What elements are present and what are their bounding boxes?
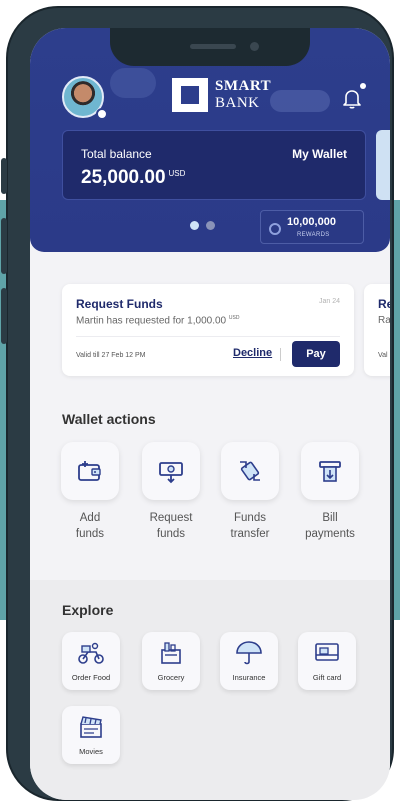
logo-line-2: BANK [215, 95, 260, 111]
bill-payments-label-line1: Bill [322, 512, 338, 524]
phone-volume-up-button [1, 218, 7, 274]
decline-button[interactable]: Decline [233, 347, 272, 359]
next-request-desc: Ra [378, 315, 390, 326]
order-food-item[interactable]: Order Food [62, 632, 120, 690]
wallet-actions-title: Wallet actions [62, 411, 156, 427]
gift-card-item[interactable]: Gift card [298, 632, 356, 690]
request-title: Request Funds [76, 297, 163, 311]
phone-volume-down-button [1, 288, 7, 344]
request-date: Jan 24 [318, 298, 340, 305]
balance-label: Total balance [81, 147, 152, 161]
request-funds-card: Request Funds Jan 24 Martin has requeste… [62, 284, 354, 376]
notification-bell-icon[interactable] [340, 86, 364, 110]
smart-bank-logo: SMART BANK [172, 78, 271, 112]
balance-card[interactable]: Total balance My Wallet 25,000.00 USD [62, 130, 366, 200]
wallet-plus-icon [78, 461, 101, 481]
request-funds-label-line2: funds [156, 528, 186, 540]
explore-title: Explore [62, 602, 114, 618]
phone-side-button [1, 158, 7, 194]
rewards-coin-icon [269, 223, 281, 235]
add-funds-action[interactable]: Add funds [58, 442, 122, 542]
rewards-value: 10,00,000 [287, 216, 336, 228]
phone-frame: SMART BANK Total balance My Wallet 25,00… [1, 6, 394, 801]
add-funds-label-line1: Add [79, 512, 101, 524]
bill-icon [319, 461, 341, 482]
bill-payments-label-line2: payments [305, 528, 355, 540]
balance-currency: USD [168, 169, 186, 178]
movies-item[interactable]: Movies [62, 706, 120, 764]
pay-button[interactable]: Pay [292, 341, 340, 367]
notification-dot [360, 83, 366, 89]
logo-text: SMART BANK [215, 79, 271, 111]
balance-amount-value: 25,000.00 [81, 167, 166, 188]
scooter-icon [78, 642, 104, 664]
bill-payments-label: Bill payments [298, 510, 362, 542]
carousel-dot-active[interactable] [190, 221, 199, 230]
next-request-title: Re [378, 297, 390, 311]
carousel-dot[interactable] [206, 221, 215, 230]
grocery-item[interactable]: Grocery [142, 632, 200, 690]
gift-card-icon [315, 643, 339, 661]
request-funds-tile[interactable] [142, 442, 200, 500]
request-funds-label: Request funds [139, 510, 203, 542]
insurance-label: Insurance [232, 673, 266, 682]
phone-notch [110, 28, 310, 66]
notch-camera [250, 42, 259, 51]
request-description: Martin has requested for 1,000.00 USD [76, 315, 239, 326]
add-funds-label-line2: funds [75, 528, 105, 540]
order-food-label: Order Food [71, 673, 111, 682]
request-divider [76, 336, 340, 337]
balance-amount: 25,000.00 USD [81, 167, 185, 189]
funds-transfer-label-line1: Funds [234, 512, 266, 524]
add-funds-label: Add funds [58, 510, 122, 542]
next-request-valid: Val [378, 352, 388, 359]
wallet-label: My Wallet [292, 147, 347, 161]
movies-label: Movies [79, 747, 103, 756]
rewards-label: REWARDS [297, 232, 330, 238]
transfer-icon [240, 461, 260, 481]
logo-mark [172, 78, 208, 112]
clapperboard-icon [80, 716, 102, 738]
next-card-peek[interactable] [376, 130, 390, 200]
grocery-icon [161, 642, 181, 664]
funds-transfer-label-line2: transfer [230, 528, 270, 540]
avatar-settings-badge[interactable] [96, 108, 108, 120]
funds-transfer-action[interactable]: Funds transfer [218, 442, 282, 542]
bill-payments-action[interactable]: Bill payments [298, 442, 362, 542]
request-description-text: Martin has requested for 1,000.00 [76, 315, 227, 327]
action-separator [280, 348, 281, 361]
rewards-chip[interactable]: 10,00,000 REWARDS [260, 210, 364, 244]
cash-request-icon [159, 462, 183, 484]
add-funds-tile[interactable] [61, 442, 119, 500]
funds-transfer-label: Funds transfer [218, 510, 282, 542]
request-funds-label-line1: Request [149, 512, 193, 524]
insurance-item[interactable]: Insurance [220, 632, 278, 690]
request-funds-action[interactable]: Request funds [139, 442, 203, 542]
request-currency: USD [228, 315, 240, 321]
funds-transfer-tile[interactable] [221, 442, 279, 500]
bill-payments-tile[interactable] [301, 442, 359, 500]
phone-screen: SMART BANK Total balance My Wallet 25,00… [30, 28, 390, 800]
umbrella-icon [236, 641, 262, 665]
sun-decoration [110, 68, 156, 98]
logo-line-1: SMART [215, 78, 272, 94]
notch-speaker [190, 44, 236, 49]
cloud-decoration [270, 90, 330, 112]
next-request-card-peek[interactable]: Re Ra Val [364, 284, 390, 376]
grocery-label: Grocery [157, 673, 185, 682]
request-validity: Valid till 27 Feb 12 PM [76, 352, 146, 359]
gift-card-label: Gift card [312, 673, 342, 682]
